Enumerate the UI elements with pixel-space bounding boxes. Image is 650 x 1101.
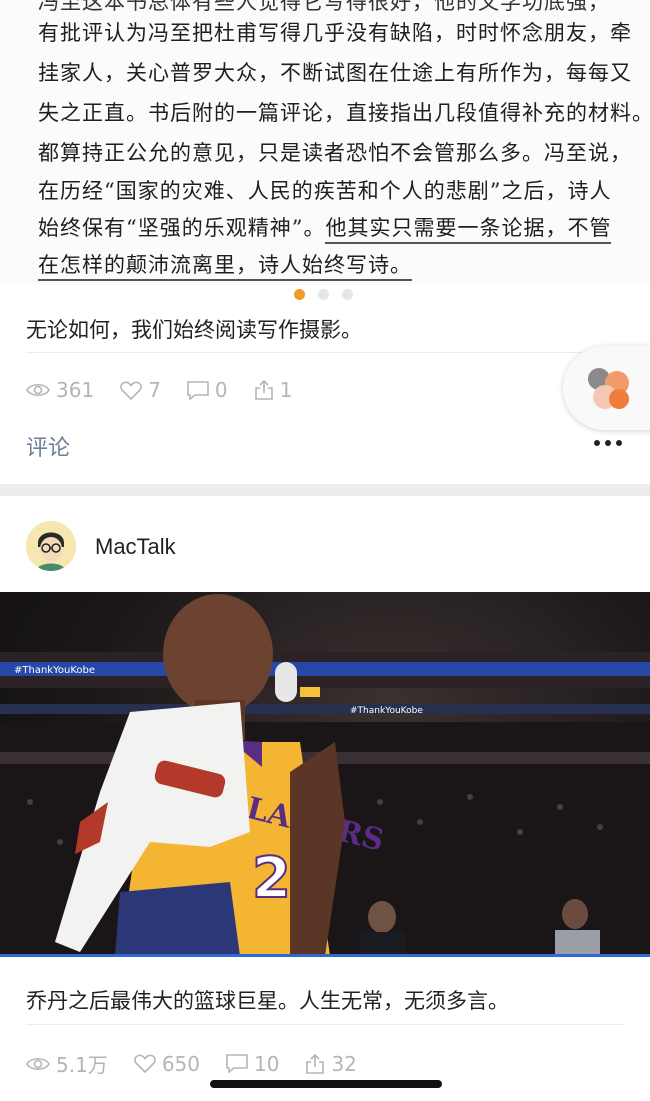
home-indicator[interactable] <box>210 1080 442 1088</box>
post-caption: 乔丹之后最伟大的篮球巨星。人生无常，无须多言。 <box>26 989 509 1013</box>
heart-icon <box>133 1054 156 1073</box>
image-text-segment: 始终保有“坚强的乐观精神”。 <box>38 216 326 240</box>
comments-count: 0 <box>214 378 228 402</box>
comment-link[interactable]: 评论 <box>26 430 70 462</box>
comment-icon <box>226 1054 248 1073</box>
avatar[interactable] <box>26 521 76 571</box>
views-count: 361 <box>56 378 95 402</box>
eye-icon <box>26 1057 50 1070</box>
image-text-line: 失之正直。书后附的一篇评论，直接指出几段值得补充的材料。 <box>38 101 650 125</box>
floating-widget[interactable] <box>563 346 650 430</box>
shares-count: 32 <box>331 1051 357 1076</box>
image-text-line: 在历经“国家的灾难、人民的疾苦和个人的悲剧”之后，诗人 <box>38 179 612 203</box>
share-icon <box>306 1053 325 1074</box>
share-button[interactable]: 32 <box>305 1051 357 1076</box>
floating-logo-icon <box>588 368 629 409</box>
photo-illustration: #ThankYouKobe #ThankYouKobe LAKERS 24 <box>0 594 650 956</box>
carousel-dot-active[interactable] <box>294 289 305 300</box>
image-text-line: 在怎样的颠沛流离里，诗人始终写诗。 <box>38 249 630 281</box>
photo-bottom-bar <box>0 954 650 957</box>
more-icon[interactable] <box>594 440 622 446</box>
avatar-face-icon <box>26 521 76 571</box>
share-icon <box>254 380 273 400</box>
post-stats: 361 7 0 1 <box>26 378 318 402</box>
heart-icon <box>120 381 143 400</box>
carousel-dot[interactable] <box>318 289 329 300</box>
image-text-line: 冯至这本书总体有些人觉得它写得很好，他的文学功底强， <box>38 0 610 14</box>
comments-count: 10 <box>254 1051 280 1076</box>
likes-count: 7 <box>148 378 161 402</box>
likes-count: 650 <box>161 1051 200 1076</box>
image-text-line: 始终保有“坚强的乐观精神”。他其实只需要一条论据，不管 <box>38 212 630 244</box>
divider <box>26 1024 624 1025</box>
post-photo[interactable]: #ThankYouKobe #ThankYouKobe LAKERS 24 <box>0 592 650 956</box>
views-stat: 5.1万 <box>26 1049 108 1078</box>
carousel-dot[interactable] <box>342 289 353 300</box>
views-count: 5.1万 <box>56 1053 108 1077</box>
post-caption: 无论如何，我们始终阅读写作摄影。 <box>26 318 362 342</box>
like-button[interactable]: 7 <box>120 378 161 402</box>
image-text-line: 挂家人，关心普罗大众，不断试图在仕途上有所作为，每每又 <box>38 61 632 85</box>
post-stats: 5.1万 650 10 32 <box>26 1049 383 1078</box>
image-text-line: 都算持正公允的意见，只是读者恐怕不会管那么多。冯至说， <box>38 141 632 165</box>
post-image[interactable]: 冯至这本书总体有些人觉得它写得很好，他的文学功底强， 有批评认为冯至把杜甫写得几… <box>0 0 650 284</box>
divider <box>26 352 624 353</box>
author-name[interactable]: MacTalk <box>95 534 176 560</box>
comment-button[interactable]: 10 <box>226 1052 279 1076</box>
svg-text:#ThankYouKobe: #ThankYouKobe <box>350 706 423 716</box>
carousel-dots[interactable] <box>294 289 353 300</box>
underlined-text: 他其实只需要一条论据，不管 <box>325 216 612 244</box>
image-text-line: 有批评认为冯至把杜甫写得几乎没有缺陷，时时怀念朋友，牵 <box>38 21 632 45</box>
eye-icon <box>26 383 50 397</box>
comment-button[interactable]: 0 <box>187 378 228 402</box>
comment-icon <box>187 380 209 400</box>
views-stat: 361 <box>26 378 94 402</box>
section-separator <box>0 484 650 496</box>
banner-text: #ThankYouKobe <box>14 665 95 676</box>
share-button[interactable]: 1 <box>254 378 293 402</box>
like-button[interactable]: 650 <box>133 1051 200 1076</box>
shares-count: 1 <box>279 378 293 402</box>
underlined-text: 在怎样的颠沛流离里，诗人始终写诗。 <box>38 253 412 281</box>
